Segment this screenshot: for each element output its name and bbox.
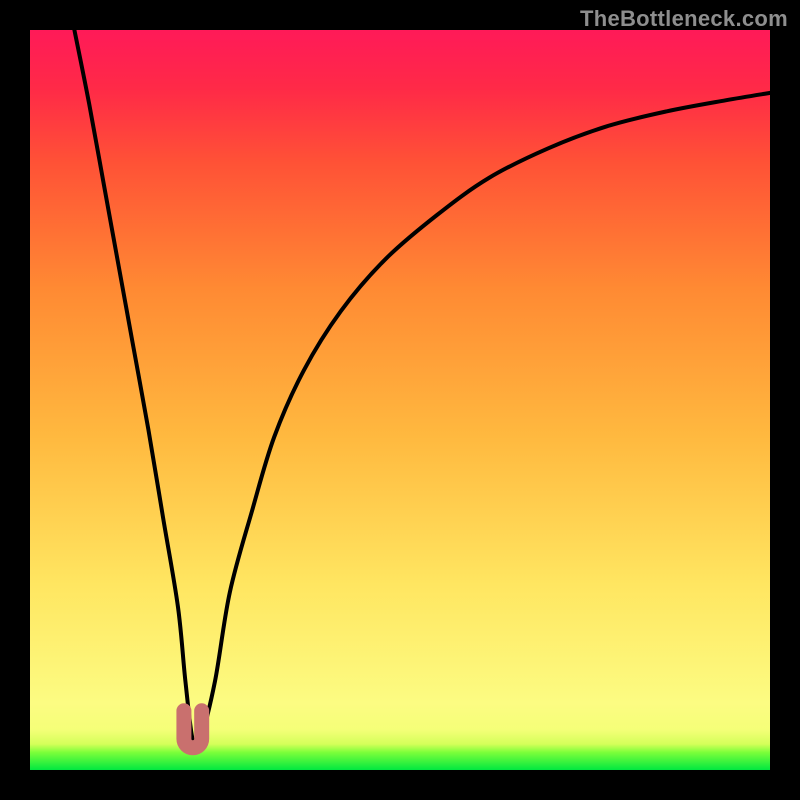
chart-background [30, 30, 770, 770]
chart-frame: TheBottleneck.com [0, 0, 800, 800]
watermark-text: TheBottleneck.com [580, 6, 788, 32]
chart-plot [30, 30, 770, 770]
